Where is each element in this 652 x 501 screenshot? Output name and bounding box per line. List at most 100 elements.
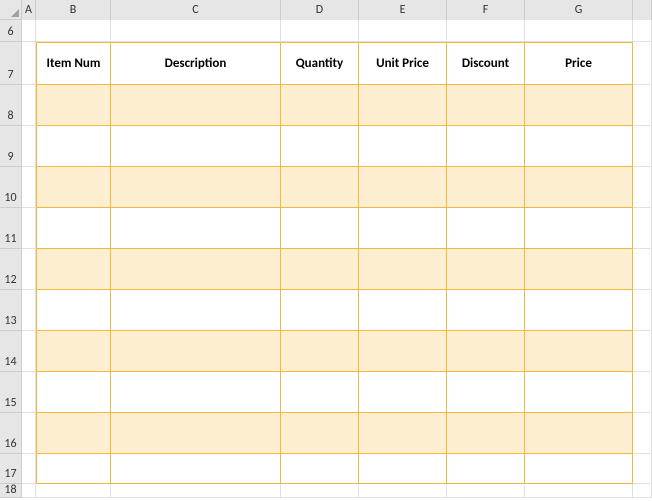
cell-D11[interactable] [281, 208, 359, 249]
col-header-E[interactable]: E [359, 0, 447, 20]
cell-E11[interactable] [359, 208, 447, 249]
cell-A12[interactable] [22, 249, 36, 290]
cell-B16[interactable] [36, 413, 111, 454]
cell-D13[interactable] [281, 290, 359, 331]
col-header-G[interactable]: G [525, 0, 633, 20]
cell-A13[interactable] [22, 290, 36, 331]
cell-E8[interactable] [359, 85, 447, 126]
cell-B14[interactable] [36, 331, 111, 372]
cell-F16[interactable] [447, 413, 525, 454]
cell-F11[interactable] [447, 208, 525, 249]
cell-C18[interactable] [111, 484, 281, 498]
cell-C10[interactable] [111, 167, 281, 208]
cell-C9[interactable] [111, 126, 281, 167]
cell-A17[interactable] [22, 454, 36, 484]
cell-A14[interactable] [22, 331, 36, 372]
cell-F13[interactable] [447, 290, 525, 331]
cell-C8[interactable] [111, 85, 281, 126]
cell-D12[interactable] [281, 249, 359, 290]
cell-E13[interactable] [359, 290, 447, 331]
cell-B11[interactable] [36, 208, 111, 249]
header-discount[interactable]: Discount [447, 42, 525, 85]
cell-F10[interactable] [447, 167, 525, 208]
header-description[interactable]: Description [111, 42, 281, 85]
cell-G9[interactable] [525, 126, 633, 167]
row-header-8[interactable]: 8 [0, 85, 22, 126]
cell-E6[interactable] [359, 20, 447, 42]
cell-F9[interactable] [447, 126, 525, 167]
cell-E9[interactable] [359, 126, 447, 167]
row-header-11[interactable]: 11 [0, 208, 22, 249]
cell-D15[interactable] [281, 372, 359, 413]
cell-C11[interactable] [111, 208, 281, 249]
cell-B13[interactable] [36, 290, 111, 331]
cell-F6[interactable] [447, 20, 525, 42]
cell-B12[interactable] [36, 249, 111, 290]
row-header-15[interactable]: 15 [0, 372, 22, 413]
cell-G8[interactable] [525, 85, 633, 126]
cell-D10[interactable] [281, 167, 359, 208]
cell-A18[interactable] [22, 484, 36, 498]
cell-E12[interactable] [359, 249, 447, 290]
cell-F18[interactable] [447, 484, 525, 498]
cell-D18[interactable] [281, 484, 359, 498]
col-header-B[interactable]: B [36, 0, 111, 20]
cell-A9[interactable] [22, 126, 36, 167]
row-header-9[interactable]: 9 [0, 126, 22, 167]
row-header-16[interactable]: 16 [0, 413, 22, 454]
cell-E14[interactable] [359, 331, 447, 372]
cell-A16[interactable] [22, 413, 36, 454]
cell-A7[interactable] [22, 42, 36, 85]
cell-A8[interactable] [22, 85, 36, 126]
cell-G14[interactable] [525, 331, 633, 372]
cell-G17[interactable] [525, 454, 633, 484]
cell-C15[interactable] [111, 372, 281, 413]
cell-G13[interactable] [525, 290, 633, 331]
row-header-17[interactable]: 17 [0, 454, 22, 484]
cell-G11[interactable] [525, 208, 633, 249]
col-header-D[interactable]: D [281, 0, 359, 20]
col-header-C[interactable]: C [111, 0, 281, 20]
cell-C16[interactable] [111, 413, 281, 454]
cell-B10[interactable] [36, 167, 111, 208]
cell-E17[interactable] [359, 454, 447, 484]
cell-B15[interactable] [36, 372, 111, 413]
cell-F12[interactable] [447, 249, 525, 290]
select-all-corner[interactable] [0, 0, 22, 20]
cell-G16[interactable] [525, 413, 633, 454]
header-quantity[interactable]: Quantity [281, 42, 359, 85]
row-header-7[interactable]: 7 [0, 42, 22, 85]
cell-C12[interactable] [111, 249, 281, 290]
cell-D6[interactable] [281, 20, 359, 42]
cell-E16[interactable] [359, 413, 447, 454]
row-header-18[interactable]: 18 [0, 484, 22, 498]
row-header-13[interactable]: 13 [0, 290, 22, 331]
cell-C6[interactable] [111, 20, 281, 42]
cell-C14[interactable] [111, 331, 281, 372]
cell-G15[interactable] [525, 372, 633, 413]
cell-G10[interactable] [525, 167, 633, 208]
cell-C13[interactable] [111, 290, 281, 331]
cell-D16[interactable] [281, 413, 359, 454]
cell-B6[interactable] [36, 20, 111, 42]
header-unit-price[interactable]: Unit Price [359, 42, 447, 85]
cell-B9[interactable] [36, 126, 111, 167]
col-header-A[interactable]: A [22, 0, 36, 20]
cell-F8[interactable] [447, 85, 525, 126]
cell-F17[interactable] [447, 454, 525, 484]
cell-D14[interactable] [281, 331, 359, 372]
cell-E10[interactable] [359, 167, 447, 208]
cell-E15[interactable] [359, 372, 447, 413]
cell-F14[interactable] [447, 331, 525, 372]
cell-F15[interactable] [447, 372, 525, 413]
row-header-12[interactable]: 12 [0, 249, 22, 290]
row-header-14[interactable]: 14 [0, 331, 22, 372]
cell-G12[interactable] [525, 249, 633, 290]
col-header-F[interactable]: F [447, 0, 525, 20]
cell-D17[interactable] [281, 454, 359, 484]
cell-D9[interactable] [281, 126, 359, 167]
cell-A11[interactable] [22, 208, 36, 249]
cell-B18[interactable] [36, 484, 111, 498]
cell-C17[interactable] [111, 454, 281, 484]
cell-G18[interactable] [525, 484, 633, 498]
